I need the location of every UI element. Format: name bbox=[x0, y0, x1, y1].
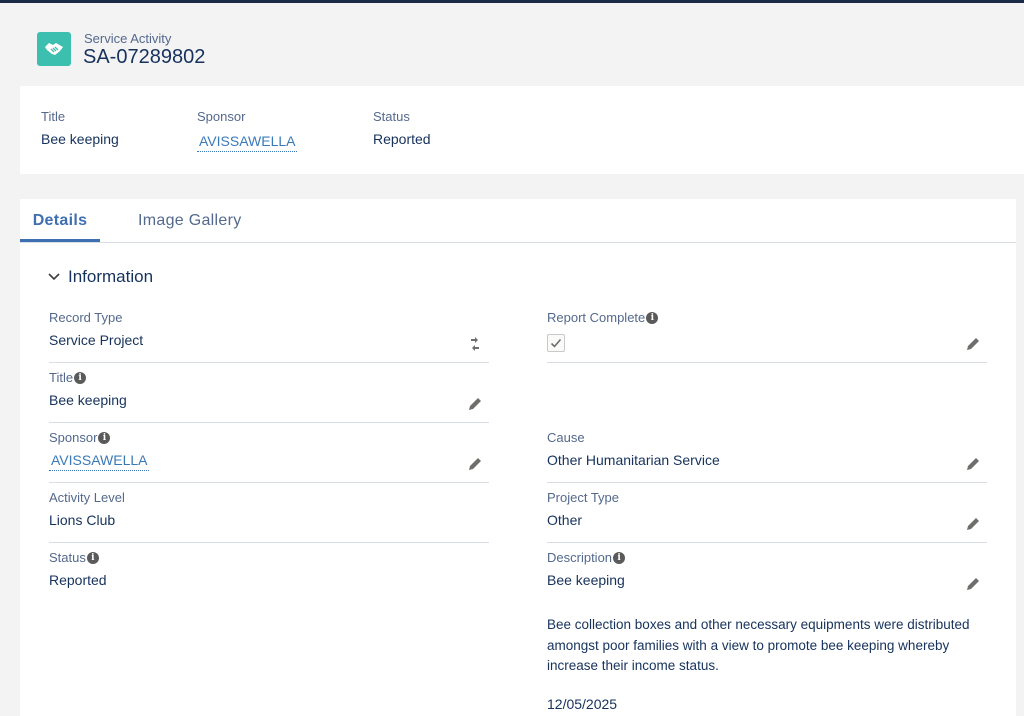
field-record-type: Record Type Service Project bbox=[49, 310, 489, 363]
record-name: SA-07289802 bbox=[83, 46, 206, 68]
object-type-label: Service Activity bbox=[84, 31, 172, 46]
tab-bar: Details Image Gallery bbox=[20, 199, 1016, 243]
info-icon[interactable]: i bbox=[74, 371, 87, 384]
field-label-wrap: Report Complete i bbox=[547, 310, 659, 325]
field-label: Description bbox=[547, 550, 613, 565]
field-label: Status bbox=[49, 550, 86, 565]
divider bbox=[547, 542, 987, 543]
chevron-down-icon bbox=[48, 268, 60, 286]
info-icon[interactable]: i bbox=[86, 551, 99, 564]
change-record-type-icon[interactable] bbox=[467, 336, 483, 352]
divider bbox=[49, 482, 489, 483]
highlight-status-label: Status bbox=[373, 109, 410, 124]
field-label: Project Type bbox=[547, 490, 620, 505]
field-value: Lions Club bbox=[49, 512, 116, 528]
info-icon[interactable]: i bbox=[613, 551, 626, 564]
field-sponsor: Sponsor i AVISSAWELLA bbox=[49, 430, 489, 483]
field-label-wrap: Title i bbox=[49, 370, 87, 385]
divider bbox=[547, 482, 987, 483]
edit-sponsor-icon[interactable] bbox=[467, 456, 483, 472]
divider bbox=[49, 362, 489, 363]
record-header: Service Activity SA-07289802 bbox=[20, 3, 1024, 86]
field-label: Title bbox=[49, 370, 74, 385]
field-value: Other bbox=[547, 512, 583, 528]
section-information-toggle[interactable]: Information bbox=[48, 265, 153, 289]
tab-image-gallery[interactable]: Image Gallery bbox=[138, 199, 242, 242]
field-description: Description i Bee keeping Bee collection… bbox=[547, 550, 987, 716]
field-value: Reported bbox=[49, 572, 107, 588]
field-status: Status i Reported bbox=[49, 550, 489, 603]
edit-description-icon[interactable] bbox=[965, 576, 981, 592]
description-first-line: Bee keeping bbox=[547, 572, 625, 588]
field-label-wrap: Sponsor i bbox=[49, 430, 111, 445]
field-label: Record Type bbox=[49, 310, 123, 325]
field-label: Sponsor bbox=[49, 430, 98, 445]
info-icon[interactable]: i bbox=[646, 311, 659, 324]
edit-project-type-icon[interactable] bbox=[965, 516, 981, 532]
checkmark-icon bbox=[550, 338, 562, 348]
field-cause: Cause Other Humanitarian Service bbox=[547, 430, 987, 483]
field-report-complete: Report Complete i bbox=[547, 310, 987, 363]
field-label: Report Complete bbox=[547, 310, 646, 325]
edit-report-complete-icon[interactable] bbox=[965, 336, 981, 352]
field-label-wrap: Status i bbox=[49, 550, 99, 565]
highlight-title-label: Title bbox=[41, 109, 66, 124]
field-label: Cause bbox=[547, 430, 585, 445]
divider bbox=[49, 542, 489, 543]
description-date: 12/05/2025 bbox=[547, 696, 618, 712]
report-complete-checkbox bbox=[547, 334, 565, 352]
highlight-title-value: Bee keeping bbox=[41, 131, 119, 147]
field-value: Bee keeping bbox=[49, 392, 127, 408]
highlight-sponsor-link[interactable]: AVISSAWELLA bbox=[197, 133, 298, 152]
sponsor-link[interactable]: AVISSAWELLA bbox=[49, 452, 150, 471]
divider bbox=[49, 422, 489, 423]
highlight-status-value: Reported bbox=[373, 131, 431, 147]
details-card: Details Image Gallery Information Record… bbox=[20, 199, 1016, 716]
field-project-type: Project Type Other bbox=[547, 490, 987, 543]
highlight-sponsor-wrap: AVISSAWELLA bbox=[197, 133, 298, 152]
info-icon[interactable]: i bbox=[98, 431, 111, 444]
field-value: Service Project bbox=[49, 332, 144, 348]
highlights-panel: Title Bee keeping Sponsor AVISSAWELLA St… bbox=[20, 86, 1024, 174]
field-value-wrap: AVISSAWELLA bbox=[49, 452, 150, 471]
field-title: Title i Bee keeping bbox=[49, 370, 489, 423]
field-value: Other Humanitarian Service bbox=[547, 452, 720, 468]
edit-cause-icon[interactable] bbox=[965, 456, 981, 472]
tab-details[interactable]: Details bbox=[20, 199, 100, 242]
section-title: Information bbox=[68, 267, 154, 286]
highlight-sponsor-label: Sponsor bbox=[197, 109, 246, 124]
edit-title-icon[interactable] bbox=[467, 396, 483, 412]
field-label-wrap: Description i bbox=[547, 550, 626, 565]
divider bbox=[547, 362, 987, 363]
field-label: Activity Level bbox=[49, 490, 125, 505]
description-body: Bee collection boxes and other necessary… bbox=[547, 617, 970, 673]
handshake-icon bbox=[37, 32, 71, 66]
field-activity-level: Activity Level Lions Club bbox=[49, 490, 489, 543]
